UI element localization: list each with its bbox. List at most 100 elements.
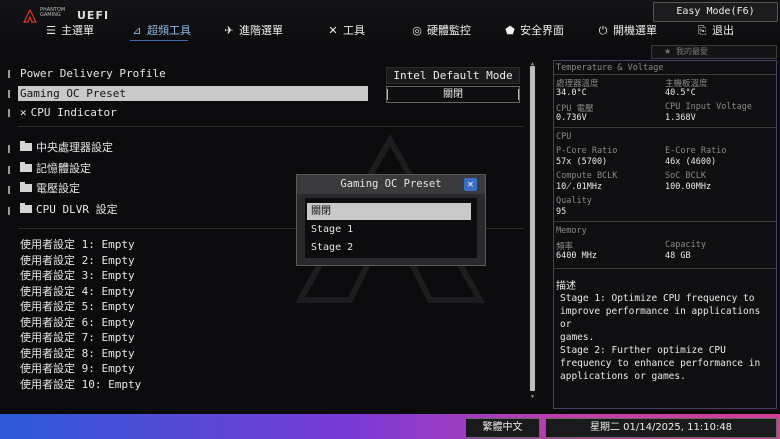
user-setting-7[interactable]: 使用者設定 7: Empty	[20, 330, 135, 346]
easy-mode-button[interactable]: Easy Mode(F6)	[653, 2, 778, 22]
folder-label: 記憶體設定	[36, 162, 91, 175]
mb-temp-value: 40.5°C	[665, 88, 696, 98]
tab-advanced-label: 進階選單	[239, 24, 283, 37]
tab-main[interactable]: ☰ 主選單	[44, 22, 94, 40]
user-setting-6[interactable]: 使用者設定 6: Empty	[20, 315, 135, 331]
bullet	[8, 70, 10, 78]
hardware-monitor-icon: ◎	[412, 24, 422, 37]
bullet	[8, 186, 10, 194]
gaming-oc-preset-value[interactable]: 關閉	[386, 86, 520, 103]
phantom-gaming-logo	[23, 8, 37, 23]
divider	[554, 127, 776, 128]
user-setting-4[interactable]: 使用者設定 4: Empty	[20, 284, 135, 300]
scrollbar-thumb[interactable]	[530, 66, 535, 391]
memory-capacity-value: 48 GB	[665, 251, 691, 261]
bullet	[8, 109, 10, 117]
security-icon: ⬟	[505, 24, 515, 37]
tab-tool[interactable]: ✕ 工具	[326, 22, 365, 40]
bullet	[8, 145, 10, 153]
user-setting-1[interactable]: 使用者設定 1: Empty	[20, 237, 135, 253]
dialog-title: Gaming OC Preset	[297, 175, 485, 194]
active-tab-underline	[130, 40, 188, 41]
favorites-label: 我的最愛	[676, 47, 708, 56]
user-setting-10[interactable]: 使用者設定 10: Empty	[20, 377, 141, 393]
section-temperature-voltage: Temperature & Voltage	[556, 63, 664, 73]
user-setting-3[interactable]: 使用者設定 3: Empty	[20, 268, 135, 284]
divider	[554, 74, 776, 75]
brand-line2: GAMING	[40, 12, 61, 18]
top-bar: PHANTOM GAMING UEFI Easy Mode(F6) ☰ 主選單 ⊿…	[0, 0, 780, 44]
settings-scrollbar[interactable]: ▲ ▼	[529, 62, 536, 400]
scroll-down-icon[interactable]: ▼	[529, 395, 536, 400]
user-setting-2[interactable]: 使用者設定 2: Empty	[20, 253, 135, 269]
folder-voltage-config[interactable]: 電壓設定	[20, 181, 80, 197]
section-memory: Memory	[556, 226, 587, 236]
tab-hardware-monitor[interactable]: ◎ 硬體監控	[410, 22, 471, 40]
memory-capacity-label: Capacity	[665, 240, 706, 250]
power-delivery-profile-value[interactable]: Intel Default Mode	[386, 67, 520, 84]
quality-label: Quality	[556, 196, 592, 206]
datetime-display: 星期二 01/14/2025, 11:10:48	[545, 418, 777, 438]
tab-advanced[interactable]: ✈ 進階選單	[222, 22, 283, 40]
user-setting-5[interactable]: 使用者設定 5: Empty	[20, 299, 135, 315]
folder-label: CPU DLVR 設定	[36, 203, 118, 216]
folder-icon	[20, 203, 32, 213]
star-icon: ★	[664, 47, 672, 56]
soc-bclk-value: 100.00MHz	[665, 182, 712, 192]
cpu-input-voltage-value: 1.368V	[665, 113, 696, 123]
divider	[18, 126, 524, 127]
tab-security[interactable]: ⬟ 安全界面	[503, 22, 564, 40]
tab-security-label: 安全界面	[520, 24, 564, 37]
tab-boot-label: 開機選單	[613, 24, 657, 37]
folder-icon	[20, 162, 32, 172]
cpu-indicator-item[interactable]: ✕ CPU Indicator	[20, 105, 117, 121]
bullet	[8, 166, 10, 174]
divider	[554, 268, 776, 269]
tab-boot[interactable]: ⏻ 開機選單	[596, 22, 657, 40]
uefi-label: UEFI	[77, 9, 110, 22]
bullet	[8, 90, 10, 98]
quality-value: 95	[556, 207, 567, 217]
compute-bclk-label: Compute BCLK	[556, 171, 618, 181]
folder-icon	[20, 182, 32, 192]
oc-tweaker-icon: ⊿	[132, 24, 142, 37]
cpu-indicator-label: CPU Indicator	[30, 106, 117, 119]
cpu-indicator-tool-icon: ✕	[20, 106, 27, 119]
option-off[interactable]: 關閉	[307, 203, 471, 220]
compute-bclk-value: 10̸.01MHz	[556, 182, 603, 192]
tab-exit-label: 退出	[712, 24, 734, 37]
tab-oc-tweaker-label: 超頻工具	[147, 24, 191, 37]
gaming-oc-preset-label[interactable]: Gaming OC Preset	[20, 86, 126, 102]
option-stage-1[interactable]: Stage 1	[307, 221, 471, 238]
tab-hardware-monitor-label: 硬體監控	[427, 24, 471, 37]
favorites-button[interactable]: ★ 我的最愛	[651, 45, 777, 59]
memory-frequency-value: 6400 MHz	[556, 251, 597, 261]
tool-icon: ✕	[328, 24, 338, 37]
gaming-oc-preset-dialog: Gaming OC Preset ✕ 關閉 Stage 1 Stage 2	[296, 174, 486, 266]
tab-exit[interactable]: ⎘ 退出	[695, 22, 734, 40]
exit-icon: ⎘	[697, 24, 707, 37]
folder-label: 電壓設定	[36, 182, 80, 195]
boot-icon: ⏻	[598, 24, 608, 37]
close-icon[interactable]: ✕	[464, 178, 477, 191]
folder-cpu-dlvr-config[interactable]: CPU DLVR 設定	[20, 202, 118, 218]
cpu-temp-value: 34.0°C	[556, 88, 587, 98]
folder-icon	[20, 141, 32, 151]
soc-bclk-label: SoC BCLK	[665, 171, 706, 181]
ecore-ratio-label: E-Core Ratio	[665, 146, 727, 156]
section-cpu: CPU	[556, 132, 572, 142]
advanced-icon: ✈	[224, 24, 234, 37]
ecore-ratio-value: 46x (4600)	[665, 157, 717, 167]
divider	[554, 221, 776, 222]
user-setting-8[interactable]: 使用者設定 8: Empty	[20, 346, 135, 362]
pcore-ratio-label: P-Core Ratio	[556, 146, 618, 156]
tab-oc-tweaker[interactable]: ⊿ 超頻工具	[130, 22, 191, 40]
language-button[interactable]: 繁體中文	[465, 418, 540, 438]
option-stage-2[interactable]: Stage 2	[307, 239, 471, 256]
pcore-ratio-value: 57x (5700)	[556, 157, 608, 167]
folder-memory-config[interactable]: 記憶體設定	[20, 161, 91, 177]
user-setting-9[interactable]: 使用者設定 9: Empty	[20, 361, 135, 377]
power-delivery-profile-label[interactable]: Power Delivery Profile	[20, 66, 166, 82]
bullet	[8, 207, 10, 215]
folder-cpu-config[interactable]: 中央處理器設定	[20, 140, 113, 156]
